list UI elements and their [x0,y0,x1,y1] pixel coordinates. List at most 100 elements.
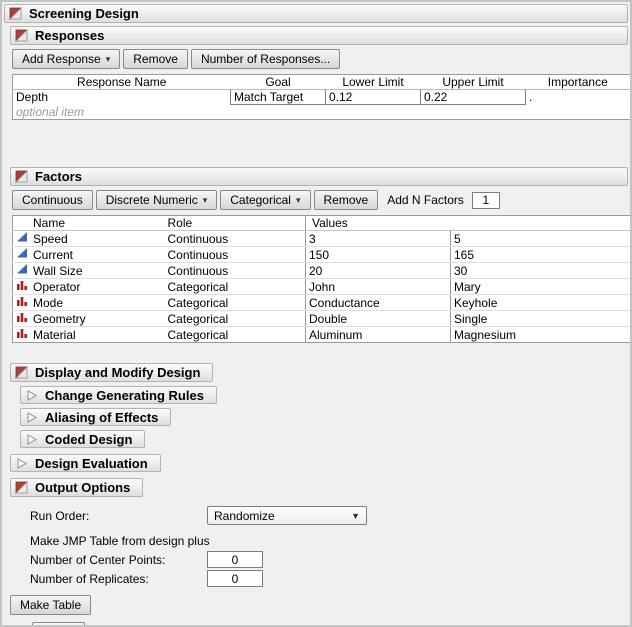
factors-header-row: Name Role Values [13,216,631,231]
factor-value-cell[interactable]: 165 [451,247,631,263]
red-triangle-disclosure-icon[interactable] [15,481,28,494]
back-button[interactable]: Back [32,622,85,627]
categorical-factor-icon [16,311,28,326]
outline-coded-design[interactable]: Coded Design [20,430,145,448]
categorical-factor-icon [16,327,28,342]
factor-role[interactable]: Categorical [156,327,306,343]
factor-value-cell[interactable]: Keyhole [451,295,631,311]
factor-value-cell[interactable]: Magnesium [451,327,631,343]
factor-role[interactable]: Categorical [156,295,306,311]
factor-role[interactable]: Categorical [156,279,306,295]
outline-aliasing-of-effects[interactable]: Aliasing of Effects [20,408,171,426]
add-response-button[interactable]: Add Response ▾ [12,49,120,69]
screening-design-window: Screening Design Responses Add Response … [0,0,632,627]
factor-value-cell[interactable]: Double [306,311,451,327]
response-importance-cell[interactable]: . [526,90,631,105]
col-header: Lower Limit [326,75,421,90]
factor-name[interactable]: Wall Size [33,264,83,278]
continuous-factor-icon [16,247,28,262]
factor-value-cell[interactable]: 20 [306,263,451,279]
response-goal-cell[interactable]: Match Target [231,90,326,105]
factor-row: Operator Categorical John Mary [13,279,631,295]
replicates-label: Number of Replicates: [30,572,207,586]
factor-value-cell[interactable]: John [306,279,451,295]
factor-value-cell[interactable]: Conductance [306,295,451,311]
factor-row: Speed Continuous 3 5 [13,231,631,247]
outline-factors[interactable]: Factors [10,167,628,186]
factor-row: Geometry Categorical Double Single [13,311,631,327]
make-table-button[interactable]: Make Table [10,595,91,615]
col-header: Name [13,216,156,231]
dropdown-arrow-icon: ▾ [203,196,208,205]
red-triangle-disclosure-icon[interactable] [15,366,28,379]
continuous-factor-icon [16,263,28,278]
page-title: Screening Design [29,6,139,21]
disclosure-closed-icon[interactable] [15,457,28,470]
response-lower-limit-cell[interactable]: 0.12 [326,90,421,105]
disclosure-closed-icon[interactable] [25,433,38,446]
add-continuous-factor-button[interactable]: Continuous [12,190,93,210]
center-points-input[interactable]: 0 [207,551,263,568]
dropdown-arrow-icon: ▾ [296,196,301,205]
factor-name[interactable]: Mode [33,296,63,310]
optional-item-label[interactable]: optional item [13,105,631,120]
dropdown-arrow-icon: ▾ [106,55,111,64]
red-triangle-disclosure-icon[interactable] [15,170,28,183]
remove-factor-button[interactable]: Remove [314,190,379,210]
factor-row: Material Categorical Aluminum Magnesium [13,327,631,343]
remove-response-button[interactable]: Remove [123,49,188,69]
outline-output-options[interactable]: Output Options [10,478,143,497]
factor-name[interactable]: Current [33,248,73,262]
factor-value-cell[interactable]: Single [451,311,631,327]
number-of-responses-button[interactable]: Number of Responses... [191,49,340,69]
disclosure-closed-icon[interactable] [25,389,38,402]
red-triangle-disclosure-icon[interactable] [15,29,28,42]
outline-design-evaluation[interactable]: Design Evaluation [10,454,161,472]
categorical-factor-icon [16,279,28,294]
optional-item-row: optional item [13,105,631,120]
factor-role[interactable]: Continuous [156,247,306,263]
outline-change-generating-rules[interactable]: Change Generating Rules [20,386,217,404]
response-row: Depth Match Target 0.12 0.22 . [13,90,631,105]
factors-table: Name Role Values Speed Continuous 3 5 Cu… [12,215,631,343]
add-n-factors-input[interactable]: 1 [472,192,500,209]
run-order-dropdown[interactable]: Randomize ▼ [207,506,367,525]
combo-arrow-icon: ▼ [351,511,360,521]
factor-name[interactable]: Operator [33,280,80,294]
col-header: Role [156,216,306,231]
responses-header-row: Response Name Goal Lower Limit Upper Lim… [13,75,631,90]
factor-value-cell[interactable]: 3 [306,231,451,247]
factor-row: Current Continuous 150 165 [13,247,631,263]
outline-screening-design[interactable]: Screening Design [4,4,628,23]
continuous-factor-icon [16,231,28,246]
run-order-label: Run Order: [30,509,207,523]
categorical-factor-icon [16,295,28,310]
disclosure-closed-icon[interactable] [25,411,38,424]
factor-value-cell[interactable]: Mary [451,279,631,295]
factor-value-cell[interactable]: Aluminum [306,327,451,343]
factor-role[interactable]: Continuous [156,263,306,279]
col-header: Goal [231,75,326,90]
outline-display-and-modify-design[interactable]: Display and Modify Design [10,363,213,382]
col-header: Response Name [13,75,231,90]
center-points-label: Number of Center Points: [30,553,207,567]
factor-role[interactable]: Categorical [156,311,306,327]
col-header: Importance [526,75,631,90]
add-categorical-factor-button[interactable]: Categorical ▾ [220,190,310,210]
factor-role[interactable]: Continuous [156,231,306,247]
factor-value-cell[interactable]: 5 [451,231,631,247]
add-discrete-numeric-factor-button[interactable]: Discrete Numeric ▾ [96,190,218,210]
factor-name[interactable]: Geometry [33,312,86,326]
factor-value-cell[interactable]: 30 [451,263,631,279]
response-name-cell[interactable]: Depth [13,90,231,105]
replicates-input[interactable]: 0 [207,570,263,587]
factor-name[interactable]: Material [33,328,76,342]
factor-name[interactable]: Speed [33,232,68,246]
response-upper-limit-cell[interactable]: 0.22 [421,90,526,105]
factor-value-cell[interactable]: 150 [306,247,451,263]
factors-title: Factors [35,169,82,184]
outline-responses[interactable]: Responses [10,26,628,45]
add-n-factors-label: Add N Factors [387,193,464,207]
red-triangle-disclosure-icon[interactable] [9,7,22,20]
col-header: Values [306,216,631,231]
